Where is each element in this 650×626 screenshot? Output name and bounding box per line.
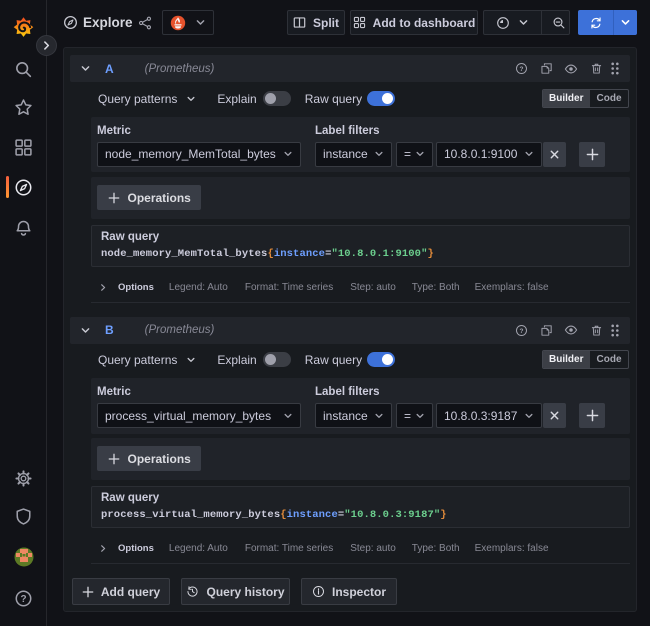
svg-text:?: ? <box>520 66 524 73</box>
svg-text:?: ? <box>20 594 26 605</box>
svg-text:?: ? <box>520 327 524 334</box>
